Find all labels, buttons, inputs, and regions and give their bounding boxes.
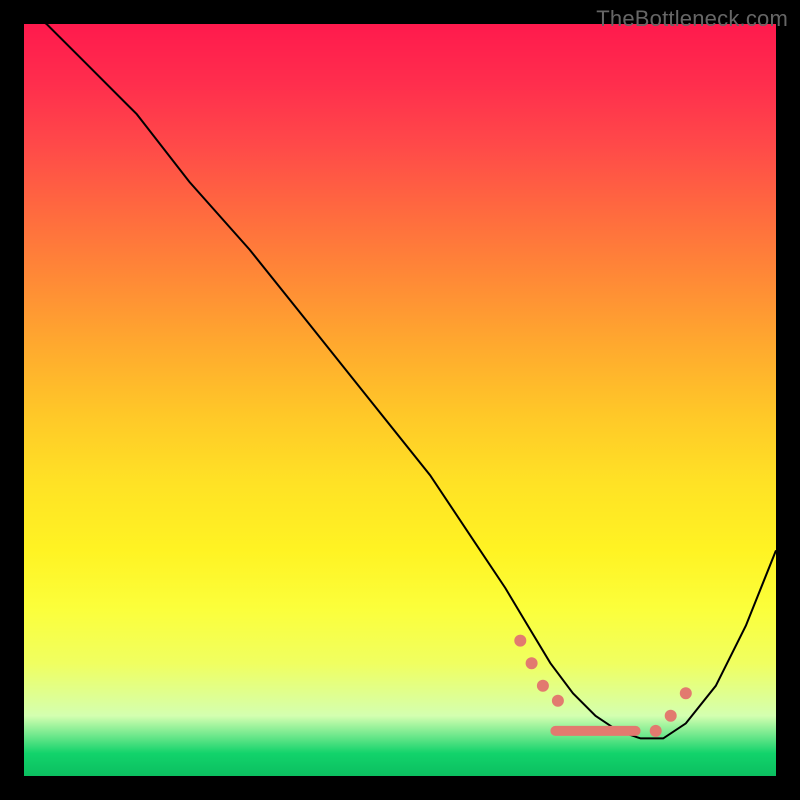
bottleneck-curve-path (24, 9, 776, 738)
marker-dot (665, 710, 677, 722)
marker-dot (650, 725, 662, 737)
chart-area (24, 24, 776, 776)
watermark-text: TheBottleneck.com (596, 6, 788, 32)
marker-dot (680, 687, 692, 699)
marker-dot (552, 695, 564, 707)
marker-dot (526, 657, 538, 669)
marker-capsule (550, 726, 640, 736)
marker-dot (514, 635, 526, 647)
marker-dot (537, 680, 549, 692)
curve-overlay (24, 24, 776, 776)
